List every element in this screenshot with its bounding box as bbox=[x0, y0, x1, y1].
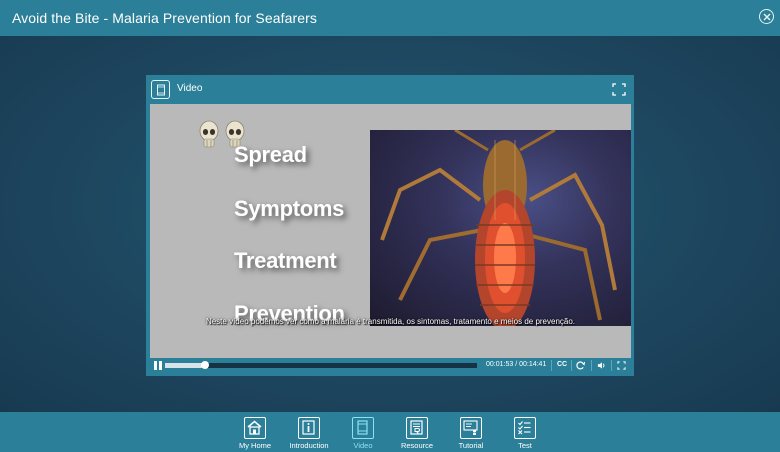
player-controls: 00:01:53 / 00:14:41 CC bbox=[150, 358, 631, 373]
progress-bar[interactable] bbox=[165, 361, 477, 369]
info-icon bbox=[298, 417, 320, 439]
replay-icon[interactable] bbox=[576, 361, 585, 370]
home-icon bbox=[244, 417, 266, 439]
slide-word-symptoms: Symptoms bbox=[234, 196, 345, 221]
video-panel: Video Spread Symptoms Treatment Preventi… bbox=[146, 75, 634, 376]
divider bbox=[611, 360, 612, 371]
video-panel-header: Video bbox=[146, 75, 634, 104]
progress-fill bbox=[165, 363, 205, 368]
nav-label: Test bbox=[518, 441, 532, 450]
title-bar: Avoid the Bite - Malaria Prevention for … bbox=[0, 0, 780, 36]
bottom-nav: My Home Introduction Video Resource Tuto… bbox=[0, 412, 780, 452]
pause-icon[interactable] bbox=[154, 361, 162, 370]
test-checklist-icon bbox=[514, 417, 536, 439]
resource-icon bbox=[406, 417, 428, 439]
film-icon bbox=[352, 417, 374, 439]
time-display: 00:01:53 / 00:14:41 bbox=[486, 361, 547, 368]
film-icon bbox=[151, 80, 170, 99]
slide-word-spread: Spread bbox=[234, 142, 307, 167]
volume-icon[interactable] bbox=[597, 361, 606, 370]
mosquito-image bbox=[370, 130, 631, 326]
divider bbox=[571, 360, 572, 371]
progress-handle[interactable] bbox=[200, 361, 209, 369]
nav-test[interactable]: Test bbox=[499, 416, 551, 450]
skull-icon bbox=[199, 120, 219, 148]
cc-button[interactable]: CC bbox=[557, 361, 567, 368]
divider bbox=[551, 360, 552, 371]
video-frame[interactable]: Spread Symptoms Treatment Prevention Nes… bbox=[150, 104, 631, 358]
divider bbox=[591, 360, 592, 371]
video-panel-title: Video bbox=[177, 83, 203, 94]
fullscreen-icon[interactable] bbox=[617, 361, 626, 370]
fullscreen-icon[interactable] bbox=[612, 83, 626, 96]
tutorial-icon bbox=[460, 417, 482, 439]
video-subtitle: Neste vídeo podemos ver como a malária é… bbox=[205, 317, 576, 326]
close-icon[interactable] bbox=[759, 9, 774, 24]
slide-word-treatment: Treatment bbox=[234, 248, 337, 273]
app-title: Avoid the Bite - Malaria Prevention for … bbox=[12, 10, 318, 26]
